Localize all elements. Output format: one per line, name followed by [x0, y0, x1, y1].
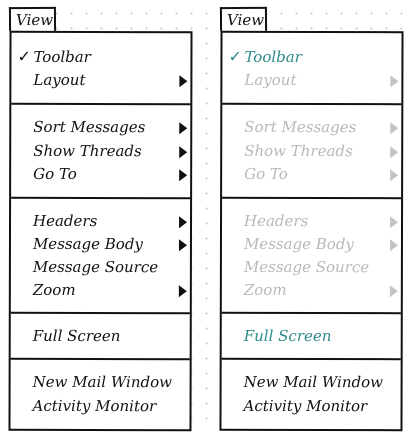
menu-item-label: Message Body — [243, 234, 354, 254]
menu-item-new-mail-window[interactable]: New Mail Window — [33, 371, 193, 393]
menu-item-show-threads[interactable]: Show Threads — [33, 140, 193, 162]
submenu-arrow-icon — [390, 75, 399, 88]
menu-separator — [10, 357, 190, 361]
view-menu-title[interactable]: View — [8, 6, 57, 32]
submenu-arrow-icon — [179, 122, 188, 135]
menu-item-label: Message Source — [32, 257, 159, 277]
menu-item-activity-monitor[interactable]: Activity Monitor — [244, 395, 404, 417]
menu-item-message-source[interactable]: Message Source — [33, 256, 193, 278]
menu-item-label: Sort Messages — [33, 117, 146, 137]
menu-item-label: Show Threads — [244, 141, 353, 161]
submenu-arrow-icon — [390, 146, 399, 159]
menu-item-label: New Mail Window — [32, 372, 172, 392]
menu-separator — [221, 357, 401, 361]
menu-item-sort-messages[interactable]: Sort Messages — [33, 116, 193, 138]
menu-item-layout[interactable]: Layout — [33, 69, 193, 91]
menu-separator — [222, 196, 402, 200]
menu-item-label: Go To — [244, 164, 288, 183]
submenu-arrow-icon — [179, 146, 188, 159]
menu-item-label: Toolbar — [33, 47, 91, 66]
submenu-arrow-icon — [390, 169, 399, 182]
view-menu-dropdown: ✓ Toolbar Layout Sort Messages Show Thre… — [8, 30, 193, 432]
menu-item-show-threads: Show Threads — [244, 140, 404, 162]
menu-item-label: Sort Messages — [244, 117, 357, 137]
menu-item-new-mail-window[interactable]: New Mail Window — [244, 371, 404, 393]
menu-item-toolbar[interactable]: ✓ Toolbar — [228, 46, 404, 68]
menu-item-message-source: Message Source — [244, 256, 404, 278]
menu-item-full-screen[interactable]: Full Screen — [244, 325, 404, 347]
menu-item-zoom: Zoom — [244, 279, 404, 301]
menu-item-label: Layout — [33, 70, 86, 89]
submenu-arrow-icon — [179, 169, 188, 182]
menu-separator — [10, 311, 190, 315]
menu-item-activity-monitor[interactable]: Activity Monitor — [33, 395, 193, 417]
menu-separator — [11, 102, 191, 106]
submenu-arrow-icon — [390, 216, 399, 229]
menu-item-headers: Headers — [244, 210, 404, 232]
menu-item-toolbar[interactable]: ✓ Toolbar — [17, 46, 193, 68]
menu-item-layout: Layout — [244, 69, 404, 91]
menu-item-label: Message Source — [243, 257, 370, 277]
menu-item-go-to: Go To — [244, 163, 404, 185]
menu-item-go-to[interactable]: Go To — [33, 163, 193, 185]
menu-item-label: Toolbar — [244, 47, 302, 66]
menu-item-zoom[interactable]: Zoom — [33, 279, 193, 301]
submenu-arrow-icon — [179, 75, 188, 88]
submenu-arrow-icon — [179, 216, 188, 229]
submenu-arrow-icon — [178, 285, 187, 298]
menu-item-label: Headers — [244, 211, 309, 230]
menu-item-label: Go To — [33, 164, 77, 183]
menu-item-label: New Mail Window — [243, 372, 383, 392]
submenu-arrow-icon — [390, 122, 399, 135]
view-menu-dropdown: ✓ Toolbar Layout Sort Messages Show Thre… — [219, 30, 404, 432]
menu-item-label: Headers — [33, 211, 98, 230]
menu-item-label: Full Screen — [32, 326, 121, 346]
menu-item-full-screen[interactable]: Full Screen — [33, 325, 193, 347]
menu-separator — [222, 102, 402, 106]
menu-item-headers[interactable]: Headers — [33, 210, 193, 232]
menu-item-label: Activity Monitor — [243, 396, 368, 416]
view-menu-title[interactable]: View — [219, 6, 268, 32]
menu-item-label: Zoom — [243, 280, 287, 299]
checkmark-icon: ✓ — [228, 46, 242, 66]
menu-item-label: Full Screen — [243, 326, 332, 346]
menu-item-label: Show Threads — [33, 141, 142, 161]
menu-item-label: Layout — [244, 70, 297, 89]
menu-item-sort-messages: Sort Messages — [244, 116, 404, 138]
submenu-arrow-icon — [178, 239, 187, 252]
menu-item-label: Zoom — [32, 280, 76, 299]
menu-separator — [11, 196, 191, 200]
menu-item-message-body: Message Body — [244, 233, 404, 255]
menu-item-message-body[interactable]: Message Body — [33, 233, 193, 255]
menu-item-label: Message Body — [32, 234, 143, 254]
checkmark-icon: ✓ — [17, 46, 31, 66]
submenu-arrow-icon — [389, 239, 398, 252]
submenu-arrow-icon — [389, 285, 398, 298]
menu-item-label: Activity Monitor — [32, 396, 157, 416]
menu-separator — [221, 311, 401, 315]
